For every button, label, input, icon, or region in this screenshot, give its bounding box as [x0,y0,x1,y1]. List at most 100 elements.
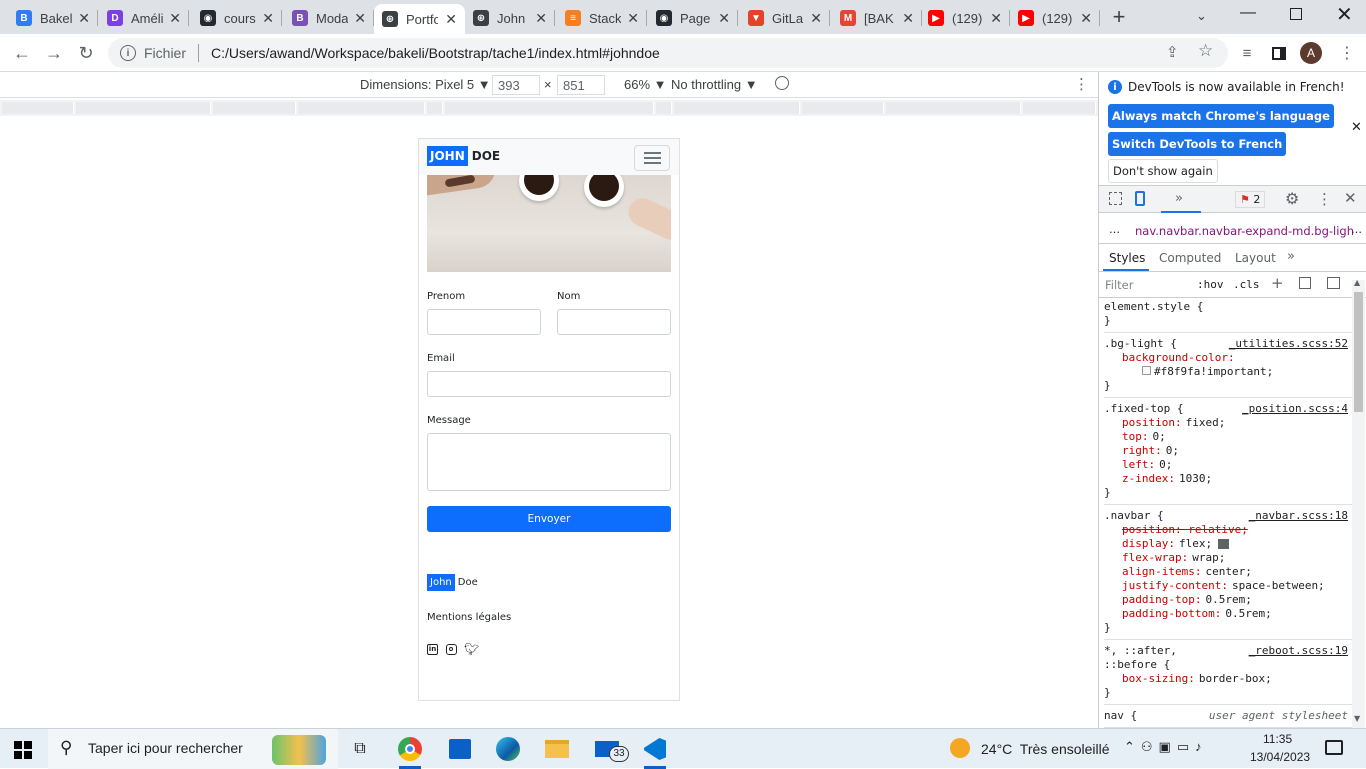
share-icon[interactable]: ⇪ [1166,43,1179,61]
scroll-down-arrow[interactable]: ▼ [1354,714,1360,723]
address-bar[interactable]: i Fichier C:/Users/awand/Workspace/bakel… [108,38,1228,68]
css-declaration[interactable]: position: relative; [1122,523,1252,536]
css-declaration[interactable]: #f8f9fa!important; [1142,365,1273,378]
error-badge[interactable]: ⚑ 2 [1235,191,1266,208]
more-style-tabs-icon[interactable]: » [1287,249,1295,264]
tab-computed[interactable]: Computed [1159,251,1221,265]
css-declaration[interactable]: position: fixed; [1122,416,1225,429]
reading-list-icon[interactable]: ≡ [1234,40,1260,66]
css-source-link[interactable]: _reboot.scss:19 [1249,644,1348,657]
weather-text[interactable]: 24°C Très ensoleillé [981,741,1110,757]
browser-tab[interactable]: B Modal ✕ [284,4,374,32]
tab-close-icon[interactable]: ✕ [445,11,457,28]
tab-close-icon[interactable]: ✕ [1080,10,1092,27]
css-selector[interactable]: element.style { [1104,300,1203,313]
bookmark-star-icon[interactable]: ☆ [1198,41,1213,61]
browser-tab[interactable]: ≡ Stack ✕ [557,4,647,32]
css-source-link[interactable]: _utilities.scss:52 [1229,337,1348,350]
tab-close-icon[interactable]: ✕ [262,10,274,27]
css-selector[interactable]: nav { [1104,709,1137,722]
email-input[interactable] [427,371,671,397]
color-swatch-icon[interactable] [1142,366,1151,375]
hov-toggle[interactable]: :hov [1197,278,1224,291]
css-source-link[interactable]: _navbar.scss:18 [1249,509,1348,522]
browser-tab[interactable]: ⊕ John ✕ [465,4,555,32]
browser-tab[interactable]: ▶ (129) ✕ [1010,4,1100,32]
reload-icon[interactable]: ↻ [73,40,99,66]
tab-close-icon[interactable]: ✕ [718,10,730,27]
breadcrumb-more[interactable]: … [1351,223,1362,236]
scroll-up-arrow[interactable]: ▲ [1354,278,1360,287]
device-toggle-icon[interactable] [1135,191,1145,206]
css-declaration[interactable]: top: 0; [1122,430,1166,443]
envoyer-button[interactable]: Envoyer [427,506,671,532]
throttling-select[interactable]: No throttling ▼ [671,77,758,92]
browser-tab[interactable]: ⊕ Portfolio ✕ [374,4,465,34]
tab-styles[interactable]: Styles [1109,251,1145,265]
task-view-icon[interactable]: ⧉ [346,735,374,763]
notifications-icon[interactable] [1325,740,1343,755]
breadcrumb-ellipsis[interactable]: … [1109,223,1120,236]
store-taskbar-icon[interactable] [446,735,474,763]
windows-start-icon[interactable] [14,741,32,759]
css-declaration[interactable]: align-items: center; [1122,565,1252,578]
tab-layout[interactable]: Layout [1235,251,1276,265]
tab-search-icon[interactable]: ⌄ [1196,8,1207,24]
css-declaration[interactable]: justify-content: space-between; [1122,579,1325,592]
weather-icon[interactable] [950,738,970,758]
device-width-input[interactable]: 393 [492,75,540,95]
switch-to-french-button[interactable]: Switch DevTools to French [1108,132,1287,156]
device-height-input[interactable]: 851 [557,75,605,95]
url-text[interactable]: C:/Users/awand/Workspace/bakeli/Bootstra… [211,45,660,61]
close-banner-icon[interactable]: ✕ [1351,120,1362,135]
brand-logo[interactable]: JOHN DOE [427,146,500,166]
browser-tab[interactable]: M [BAK ✕ [832,4,922,32]
tab-close-icon[interactable]: ✕ [78,10,90,27]
zoom-select[interactable]: 66% ▼ [624,77,667,92]
css-selector-cont[interactable]: ::before { [1104,658,1170,671]
css-selector[interactable]: .bg-light { [1104,337,1177,350]
footer-brand[interactable]: John Doe [427,574,478,591]
inspect-element-icon[interactable] [1109,192,1122,205]
css-selector[interactable]: *, ::after, [1104,644,1177,657]
edge-taskbar-icon[interactable] [494,735,522,763]
css-declaration[interactable]: z-index: 1030; [1122,472,1212,485]
breadcrumb[interactable]: nav.navbar.navbar-expand-md.bg-ligh [1135,224,1354,238]
css-source-link[interactable]: _position.scss:4 [1242,402,1348,415]
dont-show-again-button[interactable]: Don't show again [1108,159,1218,183]
tab-close-icon[interactable]: ✕ [627,10,639,27]
side-panel-icon[interactable] [1266,40,1292,66]
css-source-link[interactable]: user agent stylesheet [1209,709,1348,722]
navbar-toggler-icon[interactable] [634,145,670,171]
new-tab-button[interactable]: + [1108,6,1130,28]
chrome-taskbar-icon[interactable] [396,735,424,763]
taskbar-search[interactable]: ⚲ Taper ici pour rechercher [48,729,338,769]
close-window-button[interactable]: ✕ [1336,2,1353,27]
new-style-rule-icon[interactable]: + [1271,274,1284,292]
site-info-icon[interactable]: i [120,45,136,61]
more-tabs-icon[interactable]: » [1175,191,1183,206]
restore-button[interactable] [1290,8,1302,20]
file-explorer-icon[interactable] [543,735,571,763]
css-declaration[interactable]: background-color: [1122,351,1239,364]
minimize-button[interactable]: — [1240,4,1260,24]
device-options-icon[interactable]: ⋮ [1074,75,1089,93]
nom-input[interactable] [557,309,671,335]
sidebar-toggle-icon[interactable] [1327,277,1340,289]
browser-tab[interactable]: D Amélie ✕ [99,4,189,32]
device-dimensions-select[interactable]: Dimensions: Pixel 5 ▼ [360,77,491,92]
prenom-input[interactable] [427,309,541,335]
cls-toggle[interactable]: .cls [1233,278,1260,291]
css-selector[interactable]: .fixed-top { [1104,402,1183,415]
css-declaration[interactable]: left: 0; [1122,458,1172,471]
css-declaration[interactable]: padding-top: 0.5rem; [1122,593,1252,606]
browser-tab[interactable]: ▼ GitLab ✕ [740,4,830,32]
always-match-language-button[interactable]: Always match Chrome's language [1108,104,1334,128]
tab-close-icon[interactable]: ✕ [169,10,181,27]
instagram-icon[interactable] [446,644,457,655]
message-textarea[interactable] [427,433,671,491]
rotate-icon[interactable] [775,76,789,90]
css-declaration[interactable]: display: flex; [1122,537,1230,550]
devtools-menu-icon[interactable]: ⋮ [1317,190,1332,208]
clock-time[interactable]: 11:35 [1263,732,1292,746]
